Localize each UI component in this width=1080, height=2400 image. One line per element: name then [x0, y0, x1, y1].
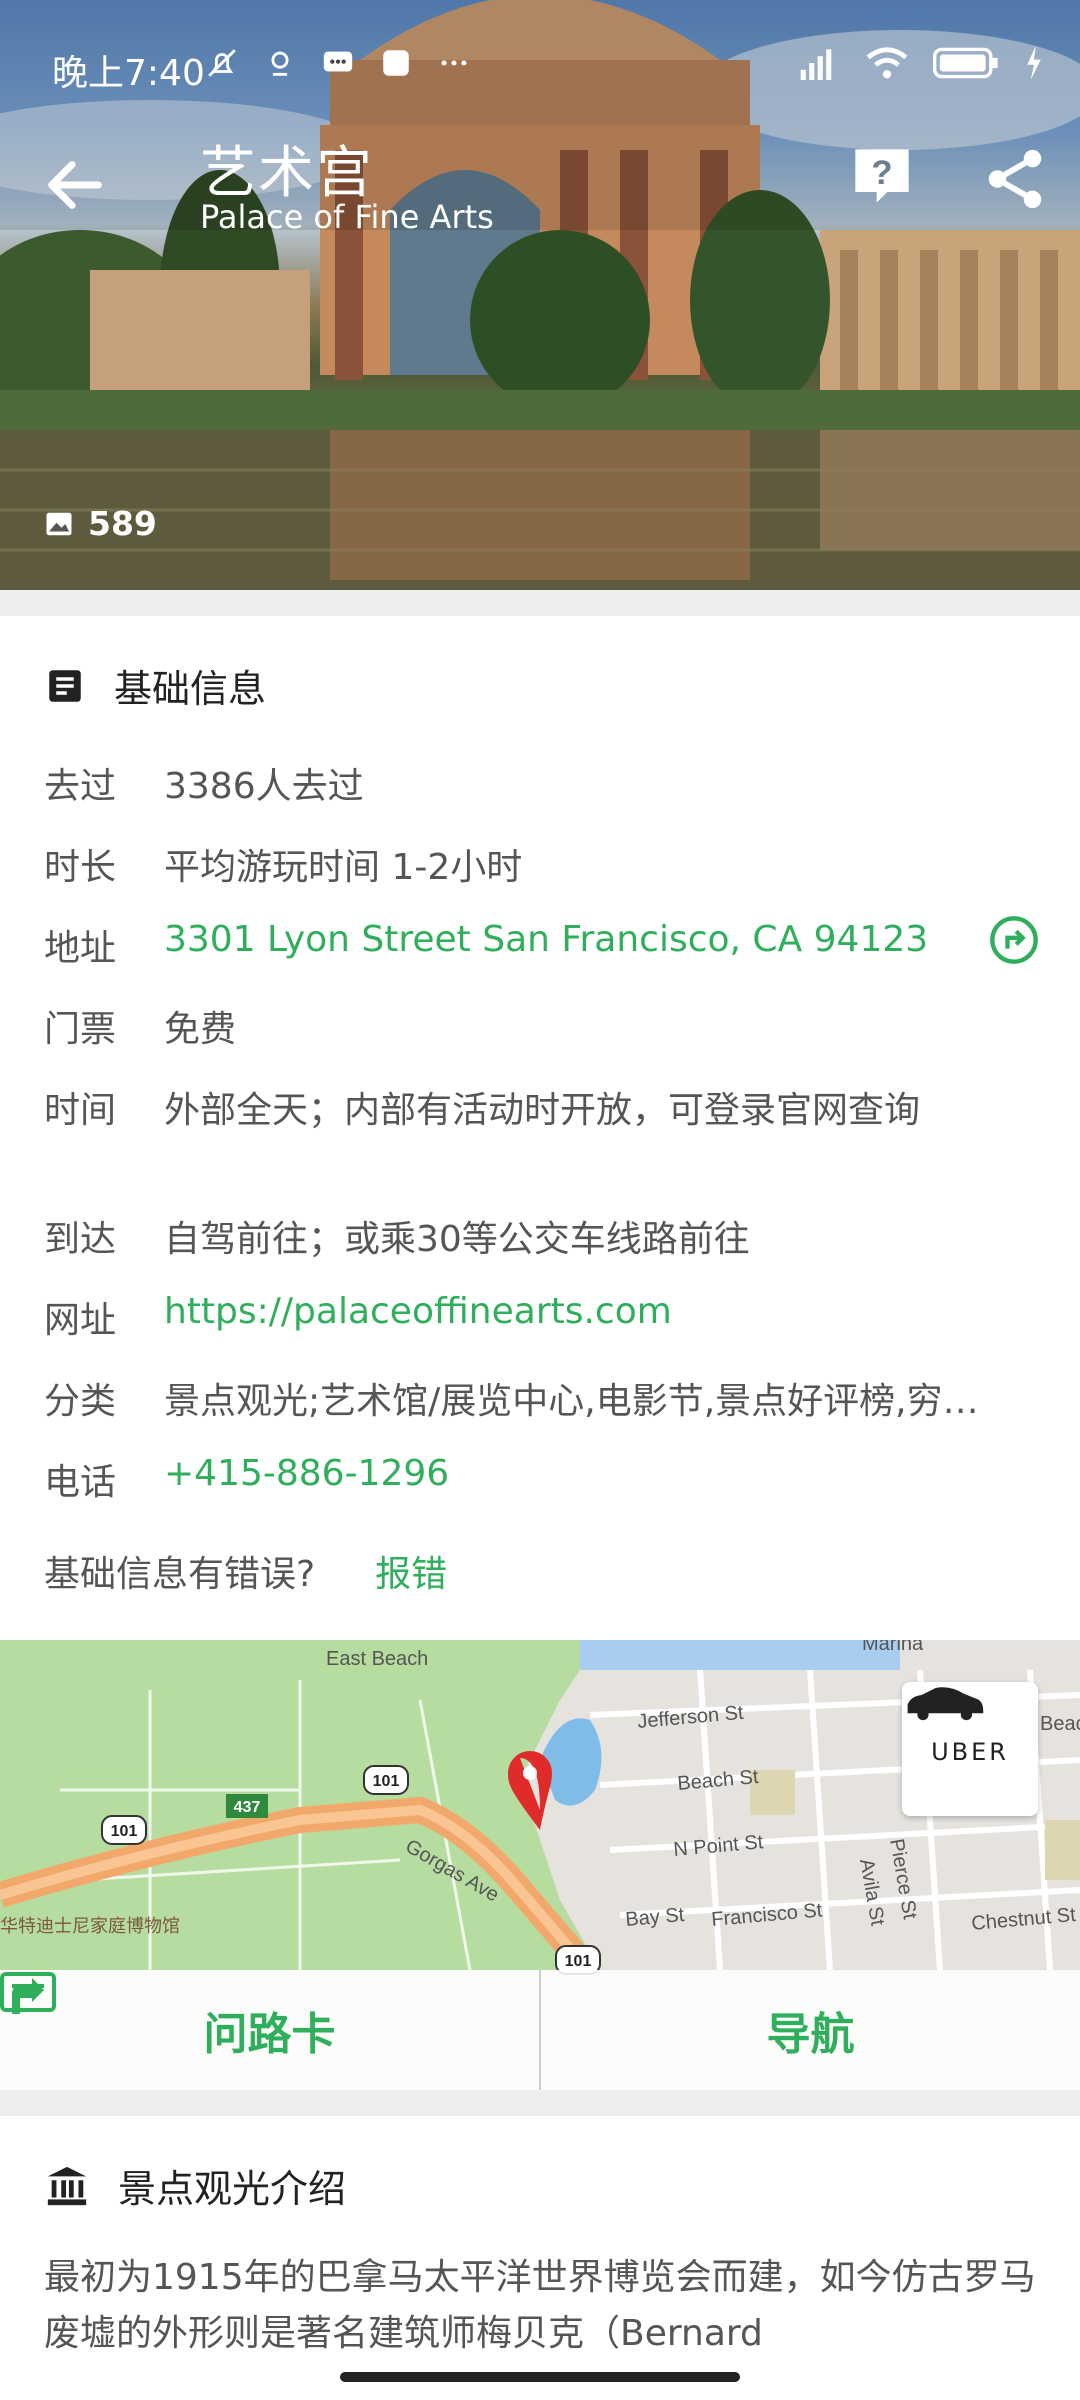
- museum-icon: [47, 2166, 87, 2205]
- info-row-ticket: 门票 免费: [44, 1000, 1044, 1052]
- navigate-label: 导航: [766, 2009, 855, 2060]
- info-row-visited: 去过 3386人去过: [44, 757, 1044, 809]
- wifi-icon: [866, 47, 908, 79]
- report-error-row: 基础信息有错误? 报错: [44, 1545, 447, 1597]
- map-label-beach-st: Beach St: [677, 1766, 760, 1795]
- status-time: 晚上7:40: [52, 53, 205, 94]
- map-label-east-beach: East Beach: [326, 1648, 428, 1670]
- intro-title: 景点观光介绍: [118, 2167, 347, 2211]
- status-icons-right: [790, 46, 1044, 80]
- info-key: 时长: [44, 847, 117, 888]
- info-key: 去过: [44, 766, 117, 807]
- ask-card-label: 问路卡: [203, 2009, 336, 2060]
- route-101-label-c: 101: [565, 1953, 592, 1970]
- car-icon: [907, 1687, 984, 1721]
- share-icon[interactable]: [980, 144, 1050, 214]
- section-divider: [0, 590, 1080, 616]
- intro-text: 最初为1915年的巴拿马太平洋世界博览会而建，如今仿古罗马废墟的外形则是著名建筑…: [44, 2257, 1036, 2354]
- info-key: 网址: [44, 1300, 117, 1341]
- map-action-bar: 问路卡 导航: [0, 1970, 1080, 2090]
- location-map[interactable]: 101 101 101 437 East Beach Marina Jeffer…: [0, 1640, 1080, 2090]
- map-label-jefferson: Jefferson St: [637, 1702, 745, 1733]
- info-row-category: 分类 景点观光;艺术馆/展览中心,电影节,景点好评榜,穷…: [44, 1372, 1044, 1424]
- status-icons-left: [205, 46, 471, 80]
- report-prompt: 基础信息有错误?: [44, 1554, 316, 1595]
- page-title: 艺术宫: [200, 141, 374, 206]
- document-icon: [49, 669, 81, 702]
- uber-button[interactable]: UBER: [902, 1682, 1038, 1816]
- status-bar: 晚上7:40: [0, 0, 1080, 130]
- battery-icon: [933, 47, 998, 79]
- top-bar: 艺术宫 Palace of Fine Arts ?: [0, 120, 1080, 240]
- info-row-website[interactable]: 网址 https://palaceoffinearts.com: [44, 1291, 1044, 1343]
- signal-icon: [800, 49, 832, 80]
- map-label-bay-st: Bay St: [625, 1904, 686, 1931]
- hero-photo[interactable]: 晚上7:40 艺术宫 Palace of Fine Arts ? 589: [0, 0, 1080, 590]
- navigation-arrow-icon: [12, 1978, 44, 2014]
- info-key: 分类: [44, 1381, 117, 1422]
- info-row-address[interactable]: 地址 3301 Lyon Street San Francisco, CA 94…: [44, 919, 1044, 971]
- map-label-museum: 华特迪士尼家庭博物馆: [0, 1916, 180, 1936]
- info-row-arrival: 到达 自驾前往；或乘30等公交车线路前往: [44, 1210, 1044, 1262]
- directions-icon[interactable]: [988, 914, 1040, 966]
- basic-info-header: 基础信息: [44, 658, 266, 713]
- help-question-icon[interactable]: ?: [850, 144, 914, 208]
- section-divider: [0, 2090, 1080, 2116]
- info-key: 门票: [44, 1009, 117, 1050]
- info-key: 到达: [44, 1219, 117, 1260]
- info-value: 景点观光;艺术馆/展览中心,电影节,景点好评榜,穷…: [164, 1381, 979, 1422]
- website-link[interactable]: https://palaceoffinearts.com: [164, 1291, 672, 1343]
- info-row-phone[interactable]: 电话 +415-886-1296: [44, 1453, 1044, 1505]
- route-101-label-b: 101: [373, 1773, 400, 1790]
- photo-count: 589: [88, 504, 157, 543]
- ask-directions-card-button[interactable]: 问路卡: [0, 1970, 539, 2090]
- info-value: 平均游玩时间 1-2小时: [164, 847, 523, 888]
- info-row-hours: 时间 外部全天；内部有活动时开放，可登录官网查询: [44, 1081, 1044, 1133]
- info-value: 自驾前往；或乘30等公交车线路前往: [164, 1219, 750, 1260]
- image-icon: [46, 512, 72, 535]
- uber-label: UBER: [931, 1738, 1009, 1766]
- more-dots-icon: [441, 60, 467, 66]
- location-icon: [271, 51, 289, 76]
- phone-link[interactable]: +415-886-1296: [164, 1453, 449, 1505]
- route-101-label-a: 101: [111, 1823, 138, 1840]
- map-label-marina: Marina: [862, 1640, 924, 1655]
- info-key: 地址: [44, 928, 117, 969]
- info-key: 电话: [44, 1462, 117, 1503]
- mute-icon: [208, 49, 236, 77]
- page-subtitle: Palace of Fine Arts: [200, 198, 494, 236]
- address-link[interactable]: 3301 Lyon Street San Francisco, CA 94123: [164, 919, 928, 971]
- navigate-button[interactable]: 导航: [12, 1970, 1080, 2090]
- info-value: 外部全天；内部有活动时开放，可登录官网查询: [164, 1090, 921, 1131]
- map-label-chestnut: Chestnut St: [971, 1904, 1077, 1935]
- app-notification-icon: [383, 50, 409, 76]
- back-arrow-icon[interactable]: [40, 150, 110, 220]
- info-key: 时间: [44, 1090, 117, 1131]
- charging-icon: [1027, 46, 1041, 80]
- info-row-duration: 时长 平均游玩时间 1-2小时: [44, 838, 1044, 890]
- basic-info-title: 基础信息: [114, 667, 267, 711]
- map-label-francisco: Francisco St: [711, 1899, 824, 1931]
- route-437-label: 437: [234, 1799, 261, 1816]
- map-label-beach-edge: Beac: [1040, 1713, 1080, 1735]
- intro-header: 景点观光介绍: [44, 2158, 346, 2213]
- map-label-avila: Avila St: [855, 1857, 888, 1928]
- info-value: 3386人去过: [164, 766, 364, 807]
- home-indicator[interactable]: [340, 2372, 740, 2382]
- report-error-link[interactable]: 报错: [375, 1545, 447, 1597]
- message-icon: [323, 51, 353, 72]
- svg-text:?: ?: [871, 154, 892, 192]
- photo-count-badge[interactable]: 589: [44, 504, 157, 543]
- map-label-n-point: N Point St: [673, 1831, 765, 1861]
- info-value: 免费: [164, 1009, 237, 1050]
- map-label-pierce: Pierce St: [885, 1837, 921, 1921]
